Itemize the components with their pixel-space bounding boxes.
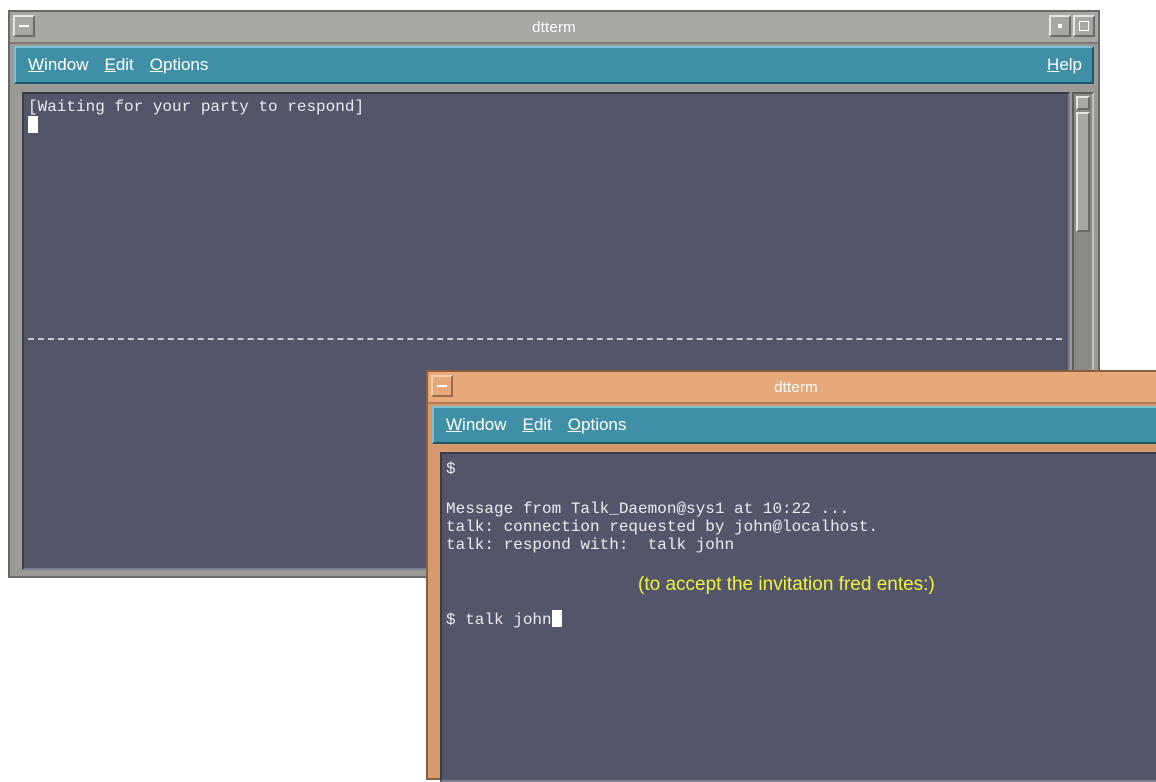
menu-window-label: indow bbox=[44, 55, 89, 74]
maximize-icon[interactable] bbox=[1073, 15, 1095, 37]
window-title: dtterm bbox=[774, 378, 818, 396]
menu-window[interactable]: Window bbox=[28, 55, 88, 75]
menu-window-mnemonic: W bbox=[446, 415, 463, 434]
menu-options-mnemonic: O bbox=[567, 415, 582, 434]
terminal-line: talk: connection requested by john@local… bbox=[446, 518, 879, 536]
title-bar[interactable]: dtterm bbox=[428, 372, 1156, 404]
window-menu-icon[interactable] bbox=[13, 15, 35, 37]
menu-edit-mnemonic: E bbox=[522, 415, 534, 434]
menu-options[interactable]: Options bbox=[150, 55, 209, 75]
menu-edit-label: dit bbox=[533, 415, 552, 434]
menu-edit[interactable]: Edit bbox=[104, 55, 133, 75]
terminal-prompt-line: $ talk john bbox=[446, 610, 562, 629]
terminal-cursor-line bbox=[28, 116, 38, 135]
menu-window-mnemonic: W bbox=[28, 55, 45, 74]
menu-options-label: ptions bbox=[581, 415, 627, 434]
menu-help-mnemonic: H bbox=[1047, 55, 1060, 74]
terminal-line: $ bbox=[446, 460, 456, 478]
annotation-text: (to accept the invitation fred entes:) bbox=[638, 574, 935, 595]
menu-bar: Window Edit Options bbox=[432, 406, 1156, 444]
scrollbar-thumb[interactable] bbox=[1076, 112, 1090, 232]
title-bar[interactable]: dtterm bbox=[10, 12, 1098, 44]
terminal-line: talk: respond with: talk john bbox=[446, 536, 735, 554]
menu-window[interactable]: Window bbox=[446, 415, 506, 435]
window-title: dtterm bbox=[532, 18, 576, 36]
talk-divider bbox=[28, 338, 1062, 340]
scroll-up-arrow-icon[interactable] bbox=[1076, 96, 1090, 110]
text-cursor bbox=[28, 116, 38, 133]
dtterm-window-front[interactable]: dtterm Window Edit Options $ Message fro… bbox=[426, 370, 1156, 782]
text-cursor bbox=[551, 610, 562, 627]
window-menu-icon[interactable] bbox=[431, 375, 453, 397]
menu-edit[interactable]: Edit bbox=[522, 415, 551, 435]
menu-edit-mnemonic: E bbox=[104, 55, 116, 74]
terminal-line: [Waiting for your party to respond] bbox=[28, 98, 365, 116]
menu-help-label: elp bbox=[1059, 55, 1082, 74]
terminal-area[interactable]: $ Message from Talk_Daemon@sys1 at 10:22… bbox=[440, 452, 1156, 782]
terminal-line: Message from Talk_Daemon@sys1 at 10:22 .… bbox=[446, 500, 850, 518]
menu-options-mnemonic: O bbox=[149, 55, 164, 74]
menu-options[interactable]: Options bbox=[568, 415, 627, 435]
menu-options-label: ptions bbox=[163, 55, 209, 74]
menu-bar: Window Edit Options Help bbox=[14, 46, 1094, 84]
minimize-icon[interactable] bbox=[1049, 15, 1071, 37]
terminal-command: $ talk john bbox=[446, 611, 552, 629]
menu-help[interactable]: Help bbox=[1047, 55, 1082, 75]
menu-window-label: indow bbox=[462, 415, 507, 434]
menu-edit-label: dit bbox=[115, 55, 134, 74]
